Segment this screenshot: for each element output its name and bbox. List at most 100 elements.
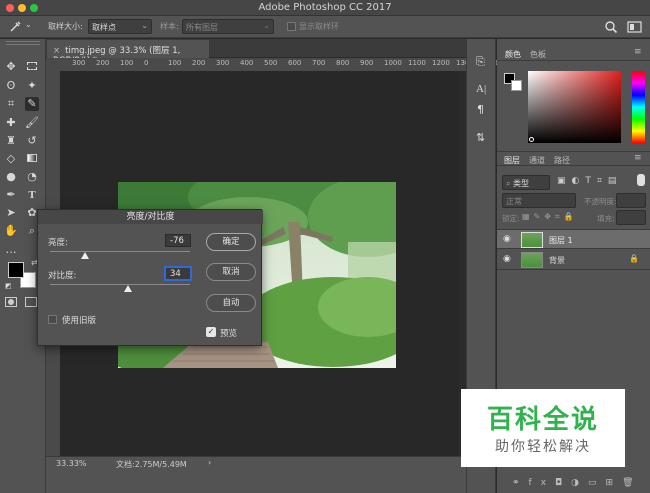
history-panel-icon[interactable]: ⎘ xyxy=(476,55,485,69)
gradient-tool-icon[interactable] xyxy=(25,152,39,166)
color-picker-field[interactable] xyxy=(528,71,621,143)
color-panel-background-swatch[interactable] xyxy=(511,80,522,91)
clone-stamp-tool-icon[interactable]: ♜ xyxy=(4,134,18,148)
layer-style-icon[interactable]: fx xyxy=(529,478,556,488)
layer-thumbnail xyxy=(521,252,543,268)
layer-row[interactable]: ◉ 背景 🔒 xyxy=(497,250,650,270)
layer-row[interactable]: ◉ 图层 1 xyxy=(497,229,650,249)
eyedropper-tool-icon[interactable]: ✎ xyxy=(25,97,39,111)
brush-tool-icon[interactable]: 🖌 xyxy=(25,116,39,130)
eye-icon[interactable]: ◉ xyxy=(503,234,511,244)
link-layers-icon[interactable]: ⚭ xyxy=(512,478,529,488)
eyedropper-tool-icon[interactable] xyxy=(8,20,22,34)
blend-mode-select[interactable]: 正常 xyxy=(502,193,576,208)
tab-layers[interactable]: 图层 xyxy=(504,155,520,166)
lock-icons[interactable]: ▦✎✥⌗🔒 xyxy=(522,212,577,222)
panel-menu-icon[interactable]: ≡ xyxy=(634,47,642,57)
screen-mode-icon[interactable] xyxy=(25,297,37,307)
search-icon[interactable] xyxy=(604,20,618,34)
dialog-title[interactable]: 亮度/对比度 xyxy=(38,210,263,224)
layer-name[interactable]: 图层 1 xyxy=(549,235,573,246)
fill-input[interactable] xyxy=(616,210,646,225)
hue-slider[interactable] xyxy=(632,71,645,143)
lock-label: 锁定: xyxy=(502,214,520,223)
adjustment-layer-icon[interactable]: ◑ xyxy=(571,478,588,488)
layer-name[interactable]: 背景 xyxy=(549,255,565,266)
ok-button[interactable]: 确定 xyxy=(206,233,256,251)
ruler-tick-label: 300 xyxy=(72,59,86,67)
new-layer-icon[interactable]: ⊞ xyxy=(606,478,623,488)
magic-wand-tool-icon[interactable]: ✦ xyxy=(25,79,39,93)
legacy-checkbox[interactable] xyxy=(48,315,57,324)
layer-filter-label: 类型 xyxy=(513,179,530,188)
layer-thumbnail xyxy=(521,232,543,248)
filter-toggle[interactable] xyxy=(637,174,645,186)
dodge-tool-icon[interactable]: ◔ xyxy=(25,170,39,184)
type-tool-icon[interactable]: T xyxy=(25,188,39,202)
panel-menu-icon[interactable]: ≡ xyxy=(634,153,642,163)
workspace-icon[interactable] xyxy=(627,20,643,34)
layer-filter-icons[interactable]: ▣◐T⌗▤ xyxy=(557,176,622,186)
cancel-button[interactable]: 取消 xyxy=(206,263,256,281)
more-tools-icon[interactable]: … xyxy=(4,243,18,257)
preview-label: 预览 xyxy=(220,329,238,339)
marquee-tool-icon[interactable] xyxy=(25,60,39,74)
tab-color[interactable]: 颜色 xyxy=(505,49,521,60)
contrast-label: 对比度: xyxy=(48,271,77,281)
blur-tool-icon[interactable]: ● xyxy=(4,170,18,184)
ruler-tick-label: 1100 xyxy=(408,59,426,67)
sample-select[interactable]: 所有图层 ⌄ xyxy=(182,19,274,34)
default-colors-icon[interactable]: ◩ xyxy=(5,282,12,290)
preview-checkbox[interactable]: ✓ xyxy=(206,327,216,337)
path-selection-tool-icon[interactable]: ➤ xyxy=(4,206,18,220)
color-picker-cursor[interactable] xyxy=(529,137,534,142)
sample-size-label: 取样大小: xyxy=(48,22,83,31)
contrast-slider-track[interactable] xyxy=(50,284,190,285)
auto-button[interactable]: 自动 xyxy=(206,294,256,312)
brightness-slider-track[interactable] xyxy=(50,251,190,252)
brightness-label: 亮度: xyxy=(48,238,68,248)
status-menu-arrow-icon[interactable]: › xyxy=(208,458,211,467)
tab-swatches[interactable]: 色板 xyxy=(530,49,546,60)
sample-size-value: 取样点 xyxy=(92,23,116,32)
add-mask-icon[interactable]: ◘ xyxy=(555,478,571,488)
tool-preset-chevron-icon[interactable]: ⌄ xyxy=(25,20,32,29)
brightness-slider-thumb[interactable] xyxy=(80,252,89,259)
history-brush-tool-icon[interactable]: ↺ xyxy=(25,134,39,148)
toolbar-grip[interactable] xyxy=(6,41,40,45)
foreground-color-swatch[interactable] xyxy=(8,262,24,278)
hand-tool-icon[interactable]: ✋ xyxy=(4,224,18,238)
contrast-input[interactable]: 34 xyxy=(165,267,191,280)
quick-mask-icon[interactable] xyxy=(5,297,17,307)
sample-label: 样本: xyxy=(160,22,179,31)
sample-size-select[interactable]: 取样点 ⌄ xyxy=(88,19,152,34)
close-tab-icon[interactable]: × xyxy=(53,46,60,56)
layer-filter-select[interactable]: ⌕ 类型 xyxy=(502,175,550,190)
watermark-subtitle: 助你轻松解决 xyxy=(495,439,591,455)
opacity-input[interactable] xyxy=(616,193,646,208)
new-group-icon[interactable]: ▭ xyxy=(588,478,606,488)
delete-layer-icon[interactable]: 🗑 xyxy=(622,478,642,488)
pen-tool-icon[interactable]: ✒ xyxy=(4,188,18,202)
move-tool-icon[interactable]: ✥ xyxy=(4,60,18,74)
tab-channels[interactable]: 通道 xyxy=(529,155,545,166)
ruler-tick-label: 1200 xyxy=(432,59,450,67)
brightness-input[interactable]: -76 xyxy=(165,234,191,247)
ruler-tick-label: 0 xyxy=(144,59,149,67)
contrast-slider-thumb[interactable] xyxy=(124,285,133,292)
eye-icon[interactable]: ◉ xyxy=(503,254,511,264)
show-ring-checkbox[interactable] xyxy=(287,22,296,31)
ruler-tick-label: 500 xyxy=(264,59,278,67)
eraser-tool-icon[interactable]: ◇ xyxy=(4,152,18,166)
ruler-tick-label: 200 xyxy=(192,59,206,67)
crop-tool-icon[interactable]: ⌗ xyxy=(4,97,18,111)
tab-paths[interactable]: 路径 xyxy=(554,155,570,166)
document-tab[interactable]: ×timg.jpeg @ 33.3% (图层 1, RGB/8#) * xyxy=(47,40,209,66)
lasso-tool-icon[interactable]: ʘ xyxy=(4,79,18,93)
healing-brush-tool-icon[interactable]: ✚ xyxy=(4,116,18,130)
paragraph-panel-icon[interactable]: ¶ xyxy=(477,103,484,116)
properties-panel-icon[interactable]: ⇅ xyxy=(476,131,485,144)
ruler-tick-label: 800 xyxy=(336,59,350,67)
zoom-level[interactable]: 33.33% xyxy=(56,459,87,468)
character-panel-icon[interactable]: A| xyxy=(476,83,486,95)
